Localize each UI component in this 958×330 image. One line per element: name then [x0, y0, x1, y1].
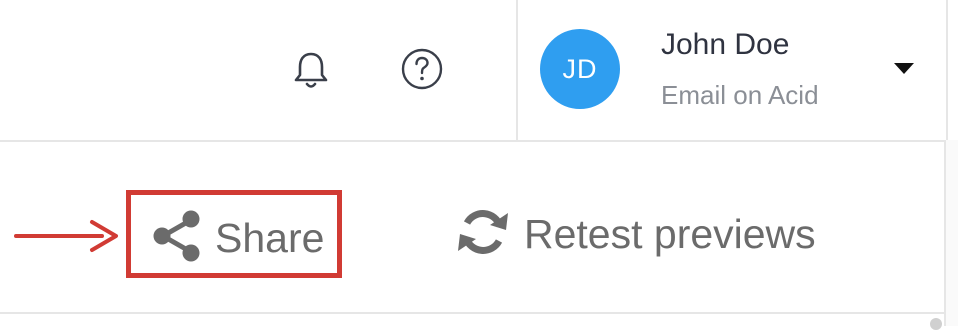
user-menu[interactable]: JD John Doe Email on Acid [516, 0, 948, 140]
scrollbar-track[interactable] [944, 140, 958, 326]
avatar: JD [540, 29, 620, 109]
bell-icon [294, 52, 328, 88]
share-button[interactable]: Share [126, 190, 342, 278]
caret-down-icon[interactable] [894, 63, 914, 74]
refresh-icon [458, 210, 508, 254]
scroll-handle[interactable] [930, 318, 942, 330]
notifications-button[interactable] [289, 48, 333, 92]
retest-label: Retest previews [524, 211, 816, 257]
retest-previews-button[interactable]: Retest previews [456, 200, 846, 280]
avatar-initials: JD [562, 53, 598, 84]
top-header: JD John Doe Email on Acid [0, 0, 958, 142]
user-name: John Doe [661, 28, 790, 61]
share-icon [153, 210, 200, 262]
arrow-right-icon [14, 220, 118, 252]
help-button[interactable] [400, 47, 444, 91]
divider [0, 312, 944, 314]
user-organization: Email on Acid [661, 80, 819, 110]
question-circle-icon [401, 48, 443, 90]
share-label: Share [215, 215, 325, 261]
